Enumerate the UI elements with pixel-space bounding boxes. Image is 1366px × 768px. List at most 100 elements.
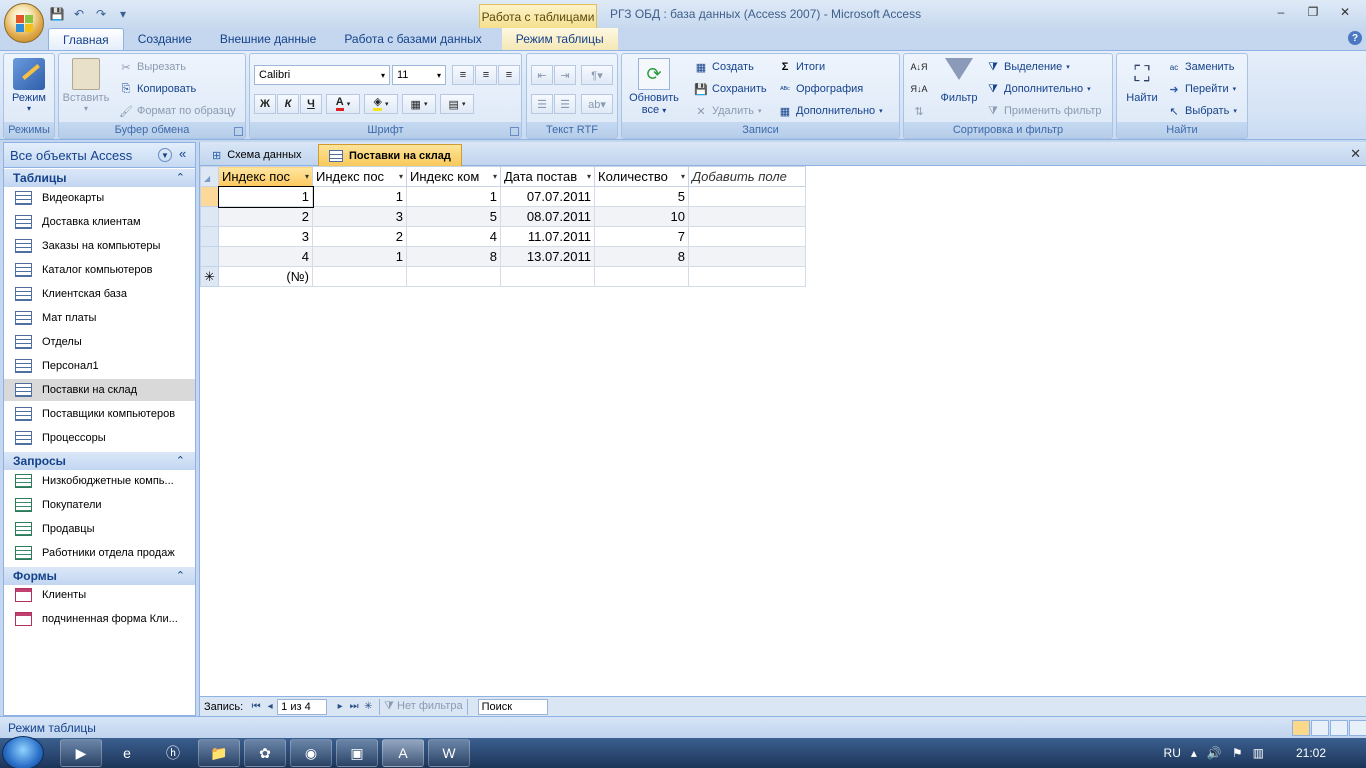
doc-tab-supplies[interactable]: Поставки на склад [318,144,462,166]
nav-item[interactable]: Отделы [4,331,195,353]
nav-item[interactable]: Работники отдела продаж [4,542,195,564]
undo-icon[interactable]: ↶ [70,5,88,23]
italic-button[interactable]: К [277,94,299,114]
column-header[interactable]: Индекс пос ▾ [312,166,407,187]
table-row[interactable]: 2 3 5 08.07.2011 10 [200,206,806,227]
maximize-button[interactable]: ❐ [1300,4,1326,20]
no-filter-button[interactable]: ⧩ Нет фильтра [384,700,462,713]
column-dropdown-icon[interactable]: ▾ [587,172,591,181]
decrease-indent-button[interactable]: ⇤ [531,65,553,85]
ie-icon[interactable]: e [106,739,148,767]
tab-create[interactable]: Создание [124,28,206,50]
nav-item[interactable]: Процессоры [4,427,195,449]
find-button[interactable]: ⛶ Найти [1117,58,1167,104]
column-dropdown-icon[interactable]: ▾ [399,172,403,181]
nav-item[interactable]: Заказы на компьютеры [4,235,195,257]
nav-item[interactable]: Низкобюджетные компь... [4,470,195,492]
table-cell[interactable] [594,266,689,287]
table-cell[interactable] [688,186,806,207]
start-button[interactable] [2,736,44,768]
column-header[interactable]: Индекс ком ▾ [406,166,501,187]
nav-item[interactable]: Персонал1 [4,355,195,377]
tab-database-tools[interactable]: Работа с базами данных [330,28,495,50]
cut-button[interactable]: ✂ Вырезать [119,57,186,77]
table-row[interactable]: 4 1 8 13.07.2011 8 [200,246,806,267]
totals-button[interactable]: Σ Итоги [778,57,825,77]
increase-indent-button[interactable]: ⇥ [554,65,576,85]
font-name-select[interactable]: Calibri ▾ [254,65,390,85]
table-cell[interactable]: 1 [312,186,407,207]
table-cell[interactable]: 2 [312,226,407,247]
table-cell[interactable]: 08.07.2011 [500,206,595,227]
nav-item[interactable]: подчиненная форма Кли... [4,608,195,630]
filter-button[interactable]: Фильтр [934,58,984,104]
clipboard-launcher-icon[interactable] [234,127,243,136]
hp-icon[interactable]: ⓗ [152,739,194,767]
last-record-icon[interactable]: ⏭ [347,701,361,712]
table-cell[interactable]: 7 [594,226,689,247]
table-cell[interactable]: 3 [218,226,313,247]
row-selector[interactable] [200,186,219,207]
table-cell[interactable] [688,206,806,227]
table-row[interactable]: 1 1 1 07.07.2011 5 [200,185,806,208]
explorer-icon[interactable]: 📁 [198,739,240,767]
goto-button[interactable]: ➜ Перейти ▾ [1167,79,1236,99]
font-launcher-icon[interactable] [510,127,519,136]
nav-item[interactable]: Клиентская база [4,283,195,305]
access-icon[interactable]: A [382,739,424,767]
column-header[interactable]: Индекс пос ▾ [218,166,313,187]
row-selector[interactable] [200,246,219,267]
volume-icon[interactable]: 🔊 [1207,746,1222,760]
tab-external-data[interactable]: Внешние данные [206,28,331,50]
record-position-field[interactable]: 1 из 4 [277,698,328,715]
column-dropdown-icon[interactable]: ▾ [493,172,497,181]
table-cell[interactable]: 8 [406,246,501,267]
network-icon[interactable]: ▥ [1253,746,1264,760]
column-header[interactable]: Количество ▾ [594,166,689,187]
table-cell[interactable]: 8 [594,246,689,267]
language-indicator[interactable]: RU [1164,746,1181,760]
table-cell[interactable] [688,266,806,287]
spelling-button[interactable]: ᴬᴮᶜ Орфография [778,79,863,99]
table-cell[interactable] [500,266,595,287]
apply-filter-button[interactable]: ⧩ Применить фильтр [986,101,1101,121]
align-right-button[interactable]: ≡ [498,65,520,85]
paste-button[interactable]: Вставить ▾ [61,58,111,113]
office-button[interactable] [4,3,44,43]
mode-button[interactable]: Режим ▾ [4,58,54,113]
first-record-icon[interactable]: ⏮ [249,701,263,712]
table-cell[interactable]: 5 [594,186,689,207]
autonumber-placeholder[interactable]: (№) [218,266,313,287]
align-center-button[interactable]: ≡ [475,65,497,85]
font-size-select[interactable]: 11 ▾ [392,65,446,85]
nav-section-forms[interactable]: Формы ⌃ [4,567,195,585]
nav-item[interactable]: Поставщики компьютеров [4,403,195,425]
nav-item[interactable]: Мат платы [4,307,195,329]
nav-item[interactable]: Видеокарты [4,187,195,209]
select-button[interactable]: ↖ Выбрать ▾ [1167,101,1236,121]
nav-section-tables[interactable]: Таблицы ⌃ [4,169,195,187]
shutter-bar-close-icon[interactable]: « [179,146,186,161]
table-cell[interactable]: 4 [406,226,501,247]
sort-asc-icon[interactable]: A↓Я [908,57,930,77]
minimize-button[interactable]: ‒ [1268,4,1294,20]
next-record-icon[interactable]: ▸ [333,701,347,712]
column-header[interactable]: Дата постав ▾ [500,166,595,187]
table-cell[interactable] [406,266,501,287]
nav-item[interactable]: Поставки на склад [4,379,195,401]
doc-tab-schema[interactable]: ⊞ Схема данных [202,144,312,166]
app-icon[interactable]: ✿ [244,739,286,767]
pivot-table-view-icon[interactable] [1311,720,1329,736]
prev-record-icon[interactable]: ◂ [263,701,277,712]
help-icon[interactable]: ? [1348,31,1362,45]
align-left-button[interactable]: ≡ [452,65,474,85]
format-painter-button[interactable]: 🖌 Формат по образцу [119,101,236,121]
close-button[interactable]: ✕ [1332,4,1358,20]
selection-button[interactable]: ⧩ Выделение ▾ [986,57,1070,77]
nav-item[interactable]: Продавцы [4,518,195,540]
table-cell[interactable]: 3 [312,206,407,227]
select-all-corner[interactable]: ◢ [200,166,219,187]
nav-pane-header[interactable]: Все объекты Access ▼ « [4,143,195,168]
save-icon[interactable]: 💾 [48,5,66,23]
save-record-button[interactable]: 💾 Сохранить [694,79,767,99]
